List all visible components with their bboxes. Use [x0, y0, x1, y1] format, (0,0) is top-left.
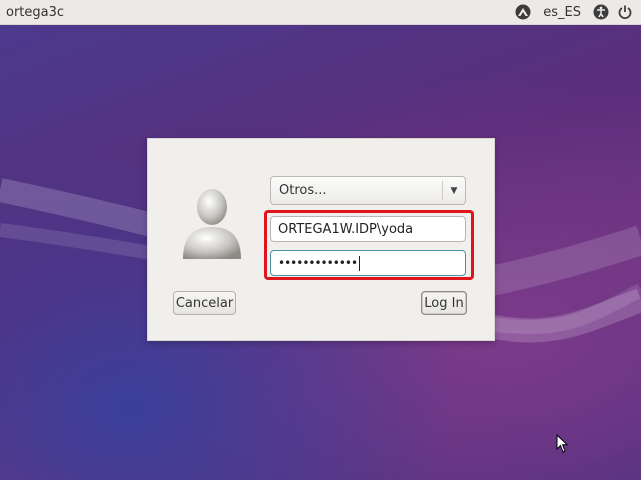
session-select-value: Otros... — [279, 183, 327, 198]
dropdown-arrow-icon[interactable]: ▼ — [443, 186, 465, 196]
indicator-area: es_ES — [515, 4, 633, 20]
network-icon[interactable] — [515, 4, 531, 20]
login-dialog: Otros... ▼ ORTEGA1W.IDP\yoda •••••••••••… — [147, 138, 495, 341]
keyboard-layout-indicator[interactable]: es_ES — [543, 5, 581, 20]
password-value: ••••••••••••• — [278, 256, 358, 270]
text-caret — [359, 255, 361, 271]
session-select[interactable]: Otros... ▼ — [270, 176, 466, 205]
cancel-button[interactable]: Cancelar — [173, 291, 236, 315]
accessibility-icon[interactable] — [593, 4, 609, 20]
top-panel: ortega3c es_ES — [0, 0, 641, 25]
username-field[interactable]: ORTEGA1W.IDP\yoda — [270, 216, 466, 242]
hostname-label: ortega3c — [6, 4, 65, 20]
user-avatar-icon — [183, 189, 241, 259]
power-icon[interactable] — [617, 4, 633, 20]
username-value: ORTEGA1W.IDP\yoda — [278, 221, 414, 237]
password-field[interactable]: ••••••••••••• — [270, 250, 466, 276]
mouse-cursor-icon — [556, 434, 568, 453]
login-button[interactable]: Log In — [421, 291, 467, 315]
